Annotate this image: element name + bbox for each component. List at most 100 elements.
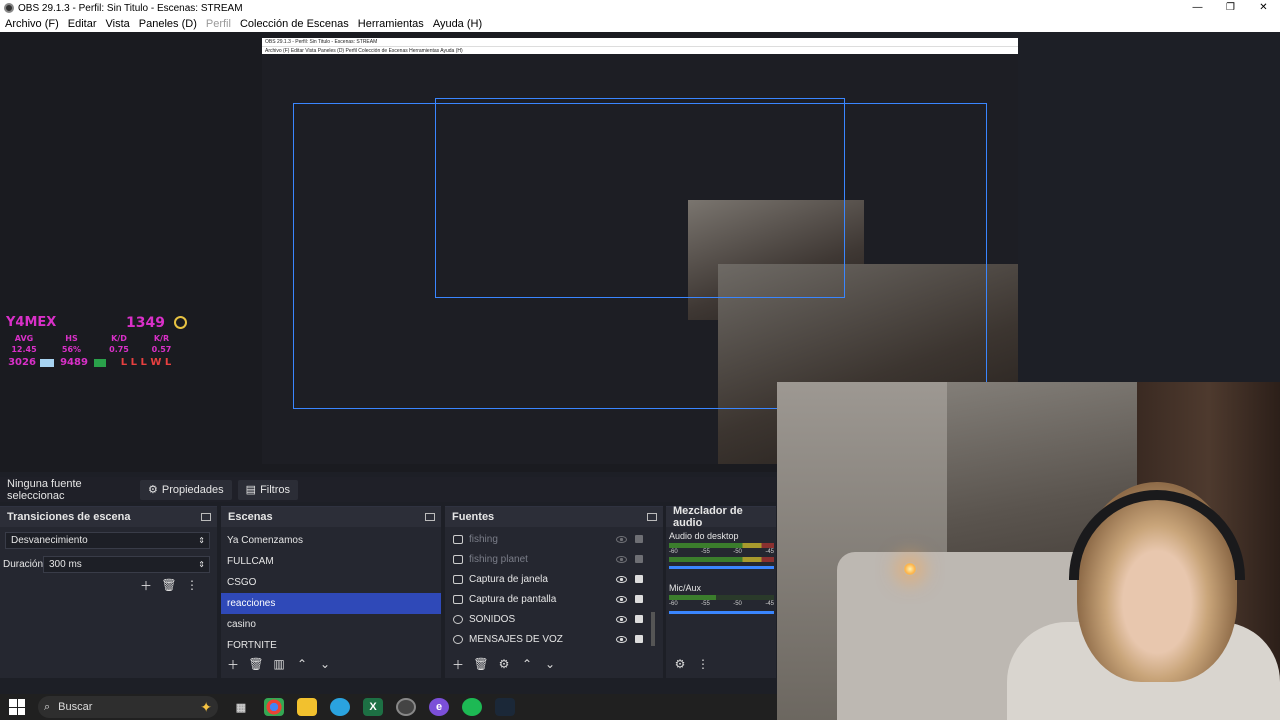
scene-item[interactable]: CSGO (221, 572, 441, 593)
faceit-hud: Y4MEX 1349 AVG HS K/D K/R 12.45 56% 0.75… (4, 314, 192, 370)
selection-box-inner (435, 98, 845, 298)
filters-button[interactable]: ▤ Filtros (237, 479, 299, 500)
telegram-icon[interactable] (330, 698, 350, 716)
taskbar-search[interactable]: ⌕ Buscar ✦ (38, 696, 218, 718)
lock-icon[interactable] (635, 535, 643, 543)
mixer-title: Mezclador de audio (673, 505, 743, 529)
hud-recent-results: L L L W L (120, 357, 172, 368)
visibility-icon[interactable] (616, 535, 627, 543)
advanced-audio-button[interactable]: ⚙ (671, 656, 689, 672)
lock-icon[interactable] (635, 615, 643, 623)
move-down-button[interactable]: ⌄ (316, 656, 334, 672)
remove-scene-button[interactable]: 🗑 (247, 656, 265, 672)
source-item[interactable]: MENSAJES DE VOZ (445, 629, 663, 649)
file-explorer-icon[interactable] (297, 698, 317, 716)
scale-tick: -55 (701, 549, 710, 555)
source-label: fishing planet (469, 553, 528, 565)
game-capture-icon (453, 534, 463, 544)
menu-editar[interactable]: Editar (68, 18, 97, 30)
properties-button[interactable]: ⚙ Propiedades (140, 479, 232, 500)
add-scene-button[interactable]: ＋ (224, 656, 242, 672)
volume-meter (669, 557, 774, 562)
copilot-sparkle-icon: ✦ (200, 698, 212, 715)
hud-label-avg: AVG (14, 334, 34, 343)
transition-menu-button[interactable]: ⋮ (183, 577, 201, 593)
transition-select[interactable]: Desvanecimiento ⇕ (5, 532, 210, 549)
close-button[interactable]: ✕ (1247, 0, 1280, 16)
scene-filters-button[interactable]: ▥ (270, 656, 288, 672)
scene-item[interactable]: Ya Comenzamos (221, 530, 441, 551)
visibility-icon[interactable] (616, 595, 627, 603)
select-arrows-icon: ⇕ (198, 536, 205, 545)
mixer-menu-button[interactable]: ⋮ (694, 656, 712, 672)
volume-slider[interactable] (669, 611, 774, 614)
source-item[interactable]: Captura de pantalla (445, 589, 663, 609)
sources-title: Fuentes (452, 511, 495, 523)
source-item[interactable]: SONIDOS (445, 609, 663, 629)
menu-paneles[interactable]: Paneles (D) (139, 18, 197, 30)
visibility-icon[interactable] (616, 575, 627, 583)
steam-icon[interactable] (495, 698, 515, 716)
window-title: OBS 29.1.3 - Perfil: Sin Titulo - Escena… (18, 2, 243, 14)
visibility-icon[interactable] (616, 615, 627, 623)
game-capture-icon (453, 554, 463, 564)
source-item[interactable]: fishing planet (445, 549, 663, 569)
menu-ayuda[interactable]: Ayuda (H) (433, 18, 482, 30)
remove-transition-button[interactable]: 🗑 (160, 577, 178, 593)
obs-taskbar-icon[interactable] (396, 698, 416, 716)
scale-tick: -45 (765, 549, 774, 555)
move-up-button[interactable]: ⌃ (293, 656, 311, 672)
hud-player-name: Y4MEX (6, 315, 57, 330)
scale-tick: -45 (765, 601, 774, 607)
scale-tick: -55 (701, 601, 710, 607)
minimize-button[interactable]: — (1181, 0, 1214, 16)
visibility-icon[interactable] (616, 635, 627, 643)
source-item[interactable]: Captura de janela (445, 569, 663, 589)
duration-input[interactable]: 300 ms ⇕ (43, 556, 210, 573)
spinner-icon[interactable]: ⇕ (198, 560, 205, 569)
source-item[interactable]: fishing (445, 529, 663, 549)
scene-item-selected[interactable]: reacciones (221, 593, 441, 614)
menu-vista[interactable]: Vista (106, 18, 130, 30)
sources-scrollbar[interactable] (651, 612, 655, 646)
hud-label-hs: HS (65, 334, 78, 343)
windows-taskbar: ⌕ Buscar ✦ ▦ X e (0, 694, 777, 720)
remove-source-button[interactable]: 🗑 (472, 656, 490, 672)
search-icon: ⌕ (44, 700, 51, 713)
excel-icon[interactable]: X (363, 698, 383, 716)
undock-icon[interactable] (425, 513, 435, 521)
duration-value: 300 ms (49, 559, 82, 570)
scene-item[interactable]: FORTNITE (221, 635, 441, 656)
webcam-overlay (777, 382, 1280, 720)
edge-icon[interactable]: e (429, 698, 449, 716)
add-source-button[interactable]: ＋ (449, 656, 467, 672)
menu-perfil[interactable]: Perfil (206, 18, 231, 30)
lock-icon[interactable] (635, 635, 643, 643)
menu-bar: Archivo (F) Editar Vista Paneles (D) Per… (0, 16, 1280, 32)
visibility-icon[interactable] (616, 555, 627, 563)
faceit-level-icon (174, 316, 187, 329)
chrome-icon[interactable] (264, 698, 284, 716)
task-view-icon[interactable]: ▦ (231, 698, 251, 716)
menu-archivo[interactable]: Archivo (F) (5, 18, 59, 30)
hud-label-kd: K/D (111, 334, 127, 343)
move-up-button[interactable]: ⌃ (518, 656, 536, 672)
channel-name: Mic/Aux (669, 583, 702, 593)
undock-icon[interactable] (647, 513, 657, 521)
maximize-button[interactable]: ❐ (1214, 0, 1247, 16)
add-transition-button[interactable]: ＋ (137, 577, 155, 593)
menu-herramientas[interactable]: Herramientas (358, 18, 424, 30)
scene-item[interactable]: FULLCAM (221, 551, 441, 572)
scene-item[interactable]: casino (221, 614, 441, 635)
undock-icon[interactable] (201, 513, 211, 521)
hud-label-kr: K/R (153, 334, 170, 343)
source-properties-button[interactable]: ⚙ (495, 656, 513, 672)
hud-bottom-left: 3026 (8, 357, 36, 368)
move-down-button[interactable]: ⌄ (541, 656, 559, 672)
lock-icon[interactable] (635, 595, 643, 603)
lock-icon[interactable] (635, 575, 643, 583)
windows-start-icon[interactable] (9, 699, 25, 715)
spotify-icon[interactable] (462, 698, 482, 716)
menu-coleccion[interactable]: Colección de Escenas (240, 18, 349, 30)
lock-icon[interactable] (635, 555, 643, 563)
